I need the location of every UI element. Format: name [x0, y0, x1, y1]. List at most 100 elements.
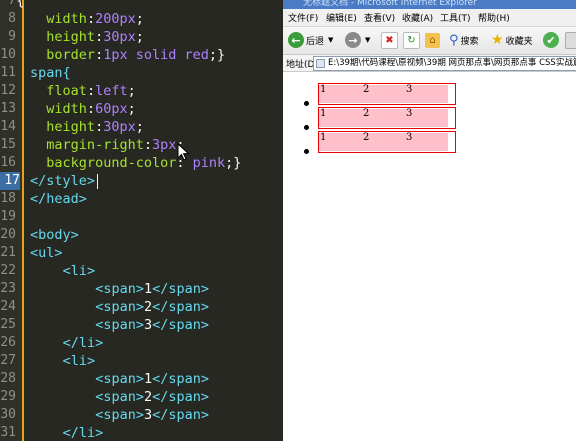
- span-text: 1: [320, 132, 327, 143]
- search-button[interactable]: ⚲ 搜索: [449, 31, 479, 49]
- address-value: E:\39期\代码课程\原视频\39期 网页那点事\网页那点事 CSS实战篇: [328, 58, 576, 68]
- search-icon: ⚲: [449, 32, 459, 48]
- span-box: 2: [362, 132, 405, 151]
- code-line[interactable]: 28 <span>1</span>: [0, 370, 283, 388]
- span-box: 1: [319, 132, 362, 151]
- window-titlebar[interactable]: 无标题文档 - Microsoft Internet Explorer: [283, 0, 576, 9]
- span-box: 1: [319, 84, 362, 103]
- line-number: 9: [8, 29, 16, 44]
- code-text: <li>: [62, 263, 96, 279]
- address-input[interactable]: E:\39期\代码课程\原视频\39期 网页那点事\网页那点事 CSS实战篇: [313, 56, 576, 71]
- forward-dropdown-icon[interactable]: ▼: [365, 36, 370, 44]
- code-line[interactable]: 18 </head>: [0, 190, 283, 208]
- media-button[interactable]: ✔: [543, 31, 559, 49]
- code-line[interactable]: 23 <span>1</span>: [0, 280, 283, 298]
- code-text: </li>: [62, 425, 104, 441]
- code-line[interactable]: 27 <li>: [0, 352, 283, 370]
- span-text: 2: [363, 108, 370, 119]
- code-line[interactable]: 25 <span>3</span>: [0, 316, 283, 334]
- line-number: 8: [8, 11, 16, 26]
- code-line[interactable]: 16 background-color: pink;}: [0, 154, 283, 172]
- line-number: 16: [0, 155, 16, 170]
- code-editor[interactable]: 7 {8 width:200px; 9 height:30px; 10 border:1p…: [0, 0, 283, 441]
- code-line[interactable]: 26 </li>: [0, 334, 283, 352]
- text-cursor: [97, 173, 99, 189]
- menu-file[interactable]: 文件(F): [288, 11, 318, 24]
- span-box: 3: [405, 84, 448, 103]
- bullet-icon: [304, 101, 309, 106]
- line-number: 19: [0, 209, 16, 224]
- line-number: 23: [0, 281, 16, 296]
- span-text: 3: [406, 108, 413, 119]
- code-line[interactable]: 15 margin-right:3px;: [0, 136, 283, 154]
- menu-favorites[interactable]: 收藏(A): [402, 11, 433, 24]
- span-text: 3: [406, 84, 413, 95]
- home-button[interactable]: ⌂: [425, 31, 440, 49]
- code-line[interactable]: 8 width:200px;: [0, 10, 283, 28]
- code-line[interactable]: 31 </li>: [0, 424, 283, 441]
- code-text: <span>1</span>: [95, 281, 210, 297]
- favorites-button[interactable]: ★ 收藏夹: [491, 31, 533, 49]
- code-line[interactable]: 30 <span>3</span>: [0, 406, 283, 424]
- code-line[interactable]: 14 height:30px;: [0, 118, 283, 136]
- refresh-icon: ↻: [403, 31, 420, 49]
- span-box: 3: [405, 108, 448, 127]
- menu-help[interactable]: 帮助(H): [478, 11, 510, 24]
- code-text: margin-right:3px;: [46, 137, 185, 153]
- line-number: 13: [0, 101, 16, 116]
- code-line[interactable]: 24 <span>2</span>: [0, 298, 283, 316]
- address-bar: 地址(D) E:\39期\代码课程\原视频\39期 网页那点事\网页那点事 CS…: [283, 55, 576, 72]
- line-number: 14: [0, 119, 16, 134]
- list-item: 1 2 3: [318, 131, 456, 153]
- code-line[interactable]: 29 <span>2</span>: [0, 388, 283, 406]
- menu-edit[interactable]: 编辑(E): [326, 11, 357, 24]
- forward-button[interactable]: → ▼: [345, 31, 370, 49]
- back-button[interactable]: ← 后退 ▼: [288, 31, 333, 49]
- line-number: 31: [0, 425, 16, 440]
- media-icon: ✔: [543, 32, 559, 48]
- code-line[interactable]: 11 span{: [0, 64, 283, 82]
- refresh-button[interactable]: ↻: [403, 31, 420, 49]
- code-text: height:30px;: [46, 119, 144, 135]
- stop-button[interactable]: ✖: [381, 31, 398, 49]
- code-line[interactable]: 17 </style>: [0, 172, 283, 190]
- code-text: <li>: [62, 353, 96, 369]
- search-label: 搜索: [460, 36, 479, 47]
- star-icon: ★: [491, 32, 504, 48]
- line-number: 26: [0, 335, 16, 350]
- code-line[interactable]: 7 {: [0, 0, 283, 10]
- code-text: </style>: [30, 172, 99, 190]
- code-line[interactable]: 22 <li>: [0, 262, 283, 280]
- line-number: 25: [0, 317, 16, 332]
- stop-icon: ✖: [381, 31, 398, 49]
- menu-view[interactable]: 查看(V): [364, 11, 395, 24]
- code-line[interactable]: 10 border:1px solid red;}: [0, 46, 283, 64]
- span-text: 1: [320, 108, 327, 119]
- code-text: border:1px solid red;}: [46, 47, 226, 63]
- home-icon: ⌂: [425, 32, 440, 48]
- span-box: 3: [405, 132, 448, 151]
- code-line[interactable]: 13 width:60px;: [0, 100, 283, 118]
- code-line[interactable]: 21 <ul>: [0, 244, 283, 262]
- page-icon: [316, 59, 325, 68]
- browser-toolbar: ← 后退 ▼ → ▼ ✖ ↻ ⌂ ⚲ 搜索 ★ 收藏夹 ✔: [283, 27, 576, 55]
- code-line[interactable]: 20 <body>: [0, 226, 283, 244]
- code-line[interactable]: 9 height:30px;: [0, 28, 283, 46]
- code-text: <body>: [30, 227, 79, 243]
- code-line[interactable]: 12 float:left;: [0, 82, 283, 100]
- back-dropdown-icon[interactable]: ▼: [328, 36, 333, 44]
- span-box: 2: [362, 84, 405, 103]
- favorites-label: 收藏夹: [505, 36, 533, 47]
- mail-button[interactable]: [565, 31, 576, 49]
- line-number: 28: [0, 371, 16, 386]
- code-text: <span>1</span>: [95, 371, 210, 387]
- line-number: 12: [0, 83, 16, 98]
- menu-tools[interactable]: 工具(T): [440, 11, 471, 24]
- code-line[interactable]: 19: [0, 208, 283, 226]
- line-number: 18: [0, 191, 16, 206]
- span-text: 1: [320, 84, 327, 95]
- line-number: 11: [0, 65, 16, 80]
- line-number: 27: [0, 353, 16, 368]
- code-text: height:30px;: [46, 29, 144, 45]
- span-box: 1: [319, 108, 362, 127]
